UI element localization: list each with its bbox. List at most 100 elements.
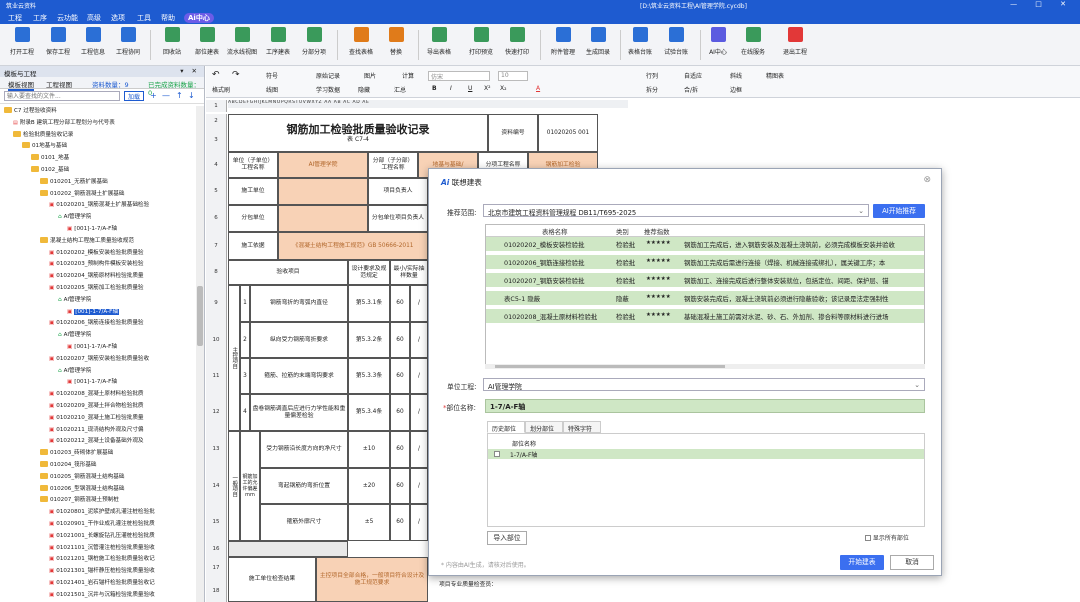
find-table-button[interactable]: 查找表格 bbox=[341, 27, 381, 56]
tree-item[interactable]: ▣ [001]-1-7/A-F轴 bbox=[67, 307, 119, 317]
sub-division-button[interactable]: 分部分项 bbox=[294, 27, 334, 56]
bold-button[interactable]: B bbox=[432, 85, 437, 92]
tree-item[interactable]: ▣ 01020209_混凝土拌合物检验批质 bbox=[49, 401, 144, 411]
calc-button[interactable]: 计算 bbox=[402, 71, 414, 80]
tree-item[interactable]: ▣ 01021401_岩石锚杆检验批质量验收记 bbox=[49, 578, 155, 588]
menu-item-project[interactable]: 工程 bbox=[8, 13, 22, 23]
tree-item[interactable]: ▣ 01020801_泥浆护壁成孔灌注桩检验批 bbox=[49, 507, 155, 517]
auto-fit-button[interactable]: 自适应 bbox=[684, 71, 702, 80]
recommend-row[interactable]: 表C5-1 隐蔽 隐蔽 ★★★★★ 钢筋安装完成后，混凝土浇筑前必须进行隐蔽验收；该记… bbox=[486, 291, 924, 306]
undo-icon[interactable]: ↶ bbox=[212, 70, 220, 80]
tree-item[interactable]: ▣ 01021501_沉井与沉箱检验批质量验收 bbox=[49, 590, 155, 600]
project-info-button[interactable]: 工程信息 bbox=[73, 27, 113, 56]
exit-project-button[interactable]: 退出工程 bbox=[775, 27, 815, 56]
row-number[interactable]: 2 bbox=[206, 114, 227, 128]
redo-icon[interactable]: ↷ bbox=[232, 70, 240, 80]
recommend-table-scrollbar[interactable] bbox=[485, 364, 925, 369]
recommend-row[interactable]: 01020206_钢筋连接检验批 检验批 ★★★★★ 钢筋加工完成后需进行连接（焊接、… bbox=[486, 255, 924, 270]
tree-item[interactable]: 010206_型钢混凝土结构基础 bbox=[40, 484, 125, 494]
hide-button[interactable]: 隐藏 bbox=[358, 85, 370, 94]
line-chart-button[interactable]: 线图 bbox=[266, 85, 278, 94]
show-all-parts-toggle[interactable]: 显示所有部位 bbox=[865, 533, 909, 542]
main-item-actual[interactable]: / bbox=[410, 322, 428, 358]
main-item-actual[interactable]: / bbox=[410, 285, 428, 322]
tree-item[interactable]: 混凝土结构工程施工质量验收规范 bbox=[40, 236, 134, 246]
panel-controls[interactable]: ▾ ✕ bbox=[180, 67, 200, 75]
unit-project-value[interactable]: AI管理学院 bbox=[278, 152, 368, 178]
row-number[interactable]: 17 bbox=[206, 557, 227, 580]
process-table-button[interactable]: 工序建表 bbox=[258, 27, 298, 56]
tree-item[interactable]: 0101_地基 bbox=[31, 153, 69, 163]
font-size-select[interactable]: 10 bbox=[498, 71, 528, 81]
main-item-qty[interactable]: 60 bbox=[390, 394, 410, 431]
tree-item[interactable]: ▣ 01020210_混凝土施工检验批质量 bbox=[49, 413, 144, 423]
construction-unit-value[interactable] bbox=[278, 178, 368, 205]
tree-item[interactable]: 010203_砖砌体扩展基础 bbox=[40, 448, 113, 458]
tree-item[interactable]: ▣ [001]-1-7/A-F轴 bbox=[67, 377, 117, 387]
general-item-actual[interactable]: / bbox=[410, 504, 428, 541]
tree-scrollbar[interactable] bbox=[196, 106, 204, 602]
remove-icon[interactable]: — bbox=[162, 91, 170, 100]
summary-button[interactable]: 汇总 bbox=[394, 85, 406, 94]
menu-item-cloud[interactable]: 云功能 bbox=[57, 13, 78, 23]
start-build-button[interactable]: 开始建表 bbox=[840, 555, 884, 570]
tree-item[interactable]: 010205_钢筋混凝土结构基础 bbox=[40, 472, 125, 482]
row-number[interactable]: 11 bbox=[206, 358, 227, 394]
main-item-qty[interactable]: 60 bbox=[390, 358, 410, 394]
tree-item[interactable]: ▣ 01021001_长螺旋钻孔压灌桩检验批质 bbox=[49, 531, 155, 541]
print-preview-button[interactable]: 打印预览 bbox=[461, 27, 501, 56]
superscript-button[interactable]: X² bbox=[484, 85, 491, 92]
split-button[interactable]: 拆分 bbox=[646, 85, 658, 94]
original-record-button[interactable]: 原始记录 bbox=[316, 71, 340, 80]
row-number[interactable]: 3 bbox=[206, 128, 227, 152]
tree-item[interactable]: ▣ 01020212_混凝土设备基础外观及 bbox=[49, 436, 144, 446]
scrollbar-thumb[interactable] bbox=[495, 365, 725, 368]
scope-select[interactable]: 北京市建筑工程资料管理规程 DB11/T695-2025 ⌄ bbox=[483, 204, 869, 217]
quick-print-button[interactable]: 快速打印 bbox=[497, 27, 537, 56]
check-result-value[interactable]: 主控项目全部合格，一般项目符合设计及施工规范要求 bbox=[316, 557, 428, 602]
row-number[interactable]: 7 bbox=[206, 232, 227, 260]
ai-recommend-button[interactable]: AI开始推荐 bbox=[873, 204, 925, 218]
row-number[interactable]: 5 bbox=[206, 178, 227, 205]
online-service-button[interactable]: 在线服务 bbox=[733, 27, 773, 56]
general-item-actual[interactable]: / bbox=[410, 468, 428, 504]
main-item-qty[interactable]: 60 bbox=[390, 322, 410, 358]
row-number[interactable]: 16 bbox=[206, 541, 227, 557]
tree-item[interactable]: ▣ 01020211_现浇结构外观及尺寸偏 bbox=[49, 425, 144, 435]
test-ledger-button[interactable]: 试验台账 bbox=[656, 27, 696, 56]
cancel-button[interactable]: 取消 bbox=[890, 555, 934, 570]
load-button[interactable]: 加载 bbox=[124, 91, 144, 101]
row-number[interactable]: 15 bbox=[206, 504, 227, 541]
menu-item-advanced[interactable]: 高级 bbox=[87, 13, 101, 23]
tree-item[interactable]: ▣ 01020203_预制构件模板安装检验 bbox=[49, 259, 144, 269]
part-checkbox[interactable] bbox=[494, 451, 500, 457]
tree-item[interactable]: 010201_无筋扩展基础 bbox=[40, 177, 108, 187]
add-icon[interactable]: + bbox=[150, 91, 157, 100]
tree-item[interactable]: ▣ 01021301_锚杆静压桩检验批质量验收 bbox=[49, 566, 155, 576]
tree-item[interactable]: ⌂ AI管理学院 bbox=[58, 295, 91, 305]
recommend-row[interactable]: 01020202_模板安装检验批 检验批 ★★★★★ 钢筋加工完成后，进入钢筋安装及混… bbox=[486, 237, 924, 252]
export-table-button[interactable]: 导出表格 bbox=[419, 27, 459, 56]
row-number[interactable]: 18 bbox=[206, 580, 227, 602]
recommend-row[interactable]: 01020208_混凝土原材料检验批 检验批 ★★★★★ 基础混凝土施工前需对水泥、砂… bbox=[486, 309, 924, 324]
tree-item[interactable]: ▣ 01020205_钢筋加工检验批质量验 bbox=[49, 283, 144, 293]
show-all-checkbox[interactable] bbox=[865, 535, 871, 541]
font-color-button[interactable]: A bbox=[536, 85, 540, 92]
tree-item[interactable]: ▣ 01020204_钢筋原材料检验批质量 bbox=[49, 271, 144, 281]
tree-item[interactable]: ▣ 01020901_干作业成孔灌注桩检验批质 bbox=[49, 519, 155, 529]
tree-item[interactable]: ▣ 01020201_钢筋混凝土扩展基础检验 bbox=[49, 200, 149, 210]
main-item-actual[interactable]: / bbox=[410, 358, 428, 394]
part-table-button[interactable]: 部位建表 bbox=[187, 27, 227, 56]
row-number[interactable]: 9 bbox=[206, 285, 227, 322]
ai-center-button[interactable]: AI中心 bbox=[698, 27, 738, 56]
generate-record-button[interactable]: 生成回录 bbox=[578, 27, 618, 56]
menu-item-help[interactable]: 帮助 bbox=[161, 13, 175, 23]
tree-item[interactable]: ▣ [001]-1-7/A-F轴 bbox=[67, 224, 117, 234]
tree-item[interactable]: ▤ 附录B 建筑工程分部工程划分与代号表 bbox=[13, 118, 115, 128]
tree-item[interactable]: C7 过程验收资料 bbox=[4, 106, 57, 116]
row-number[interactable]: 1 bbox=[206, 100, 227, 112]
tree-item[interactable]: ⌂ AI管理学院 bbox=[58, 330, 91, 340]
menu-item-process[interactable]: 工序 bbox=[33, 13, 47, 23]
part-list-item[interactable]: 1-7/A-F轴 bbox=[488, 449, 924, 459]
row-number[interactable]: 4 bbox=[206, 152, 227, 178]
